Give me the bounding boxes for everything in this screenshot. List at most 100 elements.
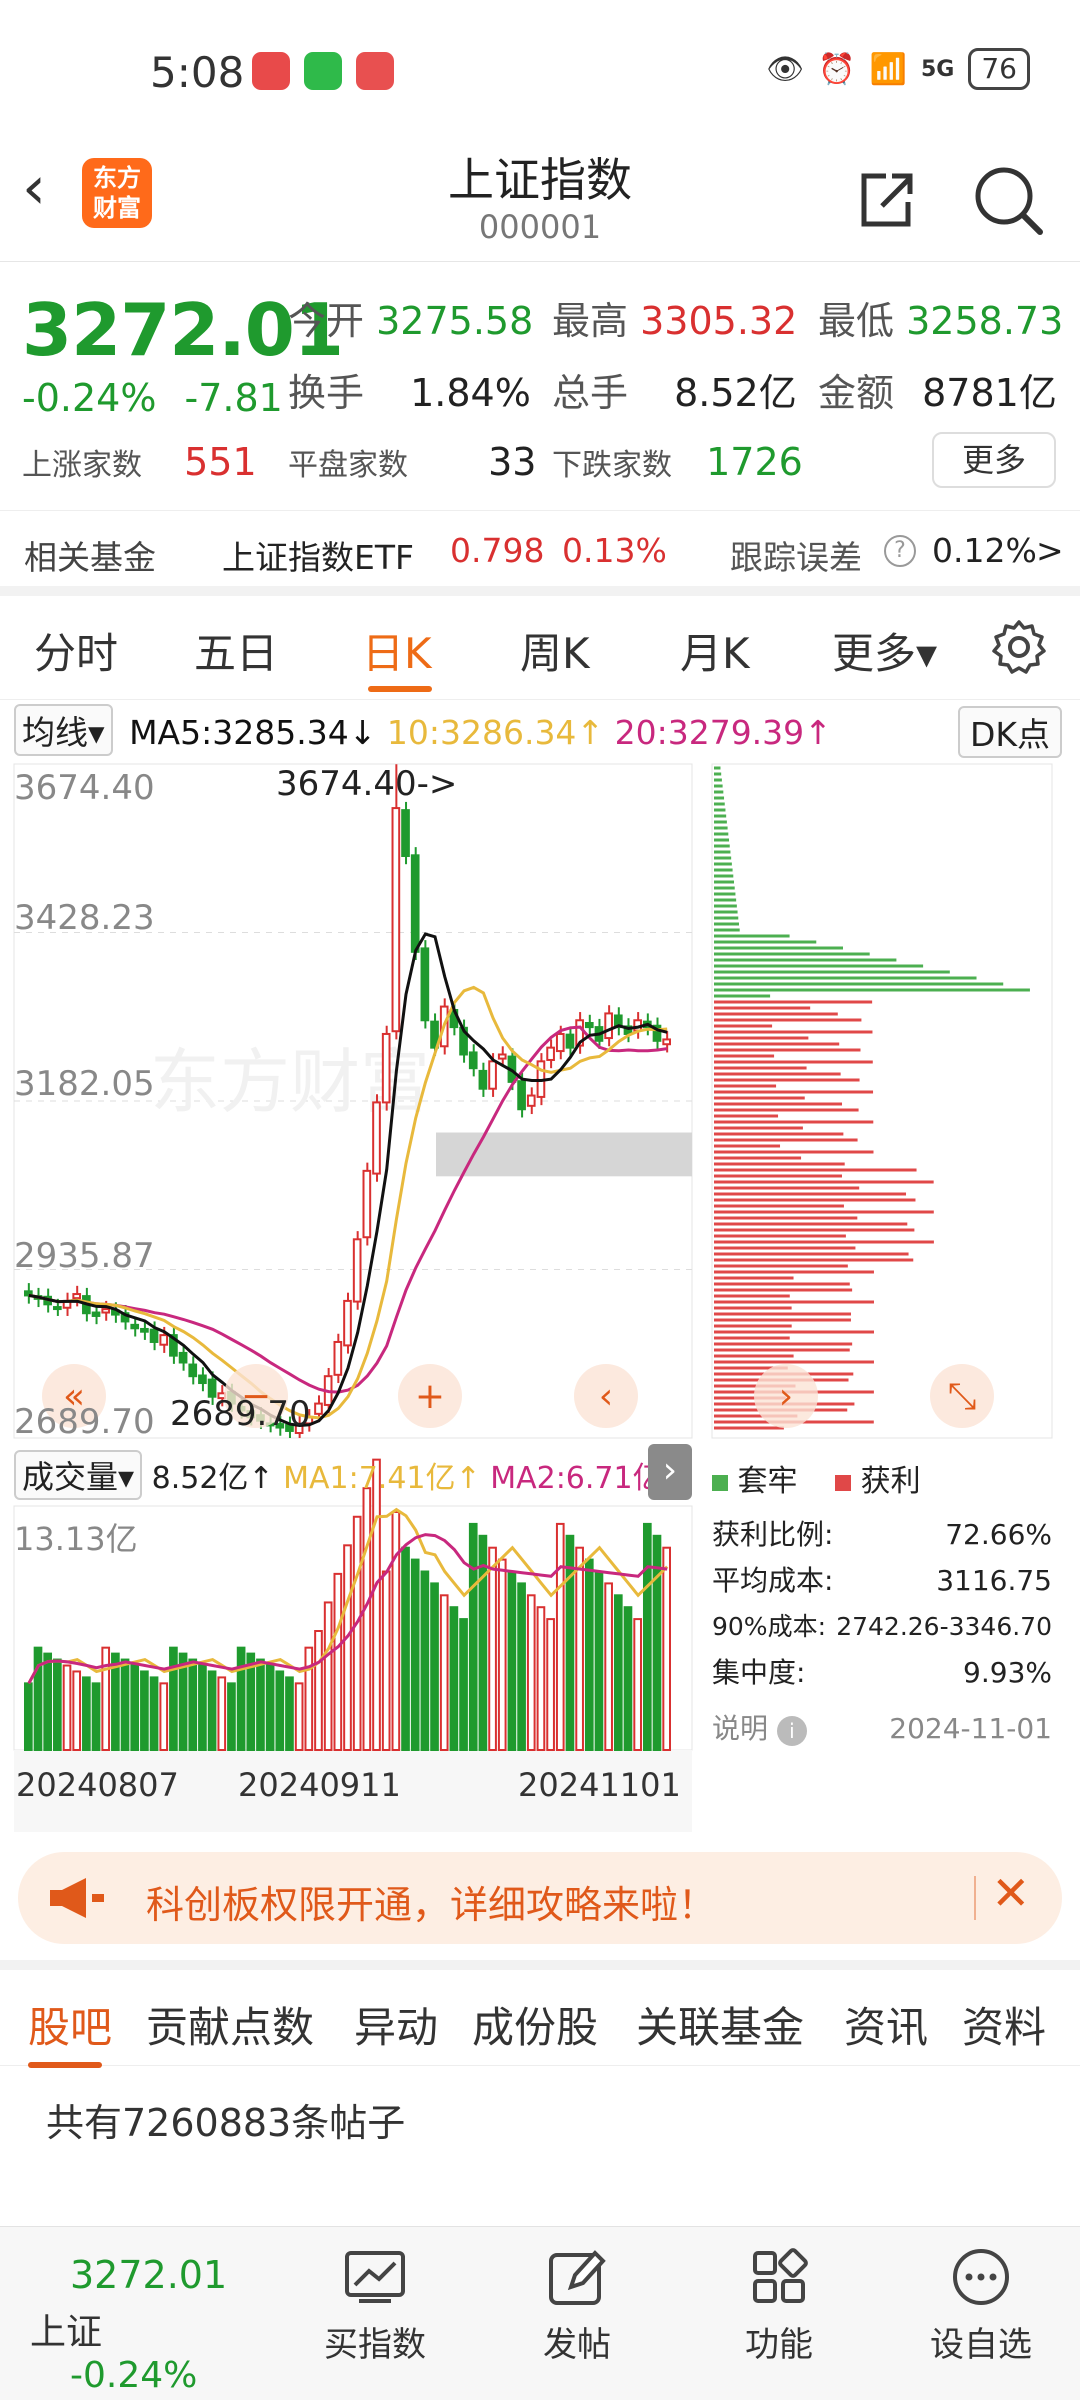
legend-profit-swatch	[835, 1475, 852, 1491]
volume-bar	[594, 1570, 604, 1751]
volume-field: 总手 8.52亿	[552, 362, 797, 417]
volume-bar	[304, 1646, 314, 1751]
related-fund-row[interactable]: 相关基金 上证指数ETF 0.798 0.13% 跟踪误差 ? 0.12% >	[0, 510, 1080, 596]
expand-panel-button[interactable]: ›	[648, 1444, 692, 1500]
chip-note-label[interactable]: 说明	[712, 1712, 768, 1745]
tab-five-day[interactable]: 五日	[194, 620, 278, 681]
volume-selector[interactable]: 成交量▾	[14, 1450, 143, 1500]
volume-max-label: 13.13亿	[14, 1520, 138, 1558]
tab-intraday[interactable]: 分时	[34, 620, 118, 681]
gear-icon[interactable]	[990, 618, 1048, 676]
volume-bar	[130, 1664, 140, 1752]
candle	[604, 1012, 613, 1040]
volume-ma1-value: MA1:7.41亿↑	[283, 1461, 481, 1496]
indicator-selector[interactable]: 均线▾	[14, 704, 113, 756]
top-nav-bar: ‹ 东方 财富 上证指数 000001	[0, 140, 1080, 262]
more-quote-button[interactable]: 更多	[932, 432, 1056, 488]
tab-anomaly[interactable]: 异动	[354, 1994, 438, 2055]
avg-cost-row: 平均成本: 3116.75	[712, 1558, 1052, 1604]
legend-profit-label: 获利	[860, 1464, 921, 1499]
tab-profile[interactable]: 资料	[962, 1994, 1046, 2055]
tracking-error-label: 跟踪误差	[730, 538, 862, 577]
tab-daily-k[interactable]: 日K	[362, 620, 432, 681]
post-button[interactable]: 发帖	[502, 2237, 652, 2366]
chart-nav-icon: ›	[779, 1376, 793, 1417]
chip-stats: 获利比例: 72.66% 平均成本: 3116.75 90%成本: 2742.26-3…	[712, 1512, 1052, 1752]
volume-bar	[149, 1676, 159, 1751]
volume-bar	[265, 1664, 275, 1752]
high-label: 最高	[552, 299, 629, 343]
huawei-app-icon	[252, 52, 290, 90]
volume-bar	[314, 1630, 323, 1751]
tab-weekly-k[interactable]: 周K	[520, 620, 590, 681]
tab-news[interactable]: 资讯	[844, 1994, 928, 2055]
volume-bar	[507, 1570, 517, 1751]
profit-ratio-row: 获利比例: 72.66%	[712, 1512, 1052, 1558]
share-icon[interactable]	[846, 160, 926, 240]
candle	[343, 1299, 352, 1347]
tab-more[interactable]: 更多▾	[832, 620, 937, 681]
volume-bar	[517, 1582, 526, 1752]
volume-bar	[285, 1676, 294, 1751]
volume-bar	[159, 1682, 169, 1751]
volume-legend: 成交量▾ 8.52亿↑ MA1:7.41亿↑ MA2:6.71亿↑	[14, 1450, 688, 1500]
x-date-label: 20241101	[518, 1766, 681, 1804]
stat-value: 72.66%	[945, 1518, 1052, 1551]
more-dots-icon	[953, 2249, 1009, 2305]
legend-trapped-label: 套牢	[737, 1464, 798, 1499]
turnover-value: 1.84%	[410, 371, 531, 415]
turnover-label: 换手	[288, 371, 365, 415]
period-tabs: 分时 五日 日K 周K 月K 更多▾	[0, 596, 1080, 700]
down-count-label: 下跌家数	[552, 448, 672, 483]
candle	[362, 1169, 372, 1239]
stat-value: 9.93%	[963, 1656, 1052, 1689]
network-label: 5G	[920, 56, 955, 82]
candle	[517, 1080, 526, 1111]
volume-label: 总手	[552, 371, 629, 415]
volume-bar	[584, 1558, 594, 1751]
candle	[372, 1101, 381, 1175]
volume-bar	[410, 1558, 420, 1751]
status-bar: 5:08 👁 ⏰ 📶 5G 76	[0, 0, 1080, 140]
flat-count-field: 平盘家数 33	[288, 440, 536, 484]
candle	[314, 1402, 323, 1415]
promo-banner[interactable]: 科创板权限开通，详细攻略来啦！ ✕	[18, 1852, 1062, 1944]
candle	[101, 1308, 111, 1314]
volume-bar	[323, 1601, 333, 1751]
candle	[555, 1032, 565, 1053]
volume-bar	[623, 1606, 633, 1752]
ma-legend: 均线▾ MA5:3285.34↓ 10:3286.34↑ 20:3279.39↑	[14, 704, 832, 756]
volume-value: 8.52亿	[674, 371, 797, 415]
active-tab-indicator	[368, 686, 432, 692]
post-label: 发帖	[543, 2325, 611, 2365]
tab-forum[interactable]: 股吧	[28, 1994, 112, 2055]
low-field: 最低 3258.73	[818, 290, 1063, 345]
status-time: 5:08	[150, 48, 245, 97]
buy-index-button[interactable]: 买指数	[300, 2237, 450, 2366]
volume-bar	[497, 1558, 507, 1751]
search-icon[interactable]	[968, 160, 1048, 240]
y-tick-label: 3428.23	[14, 898, 155, 938]
info-icon[interactable]: ?	[884, 535, 916, 567]
flat-count-value: 33	[488, 440, 537, 484]
tab-constituents[interactable]: 成份股	[472, 1994, 598, 2055]
candle	[526, 1094, 536, 1107]
chip-legend: 套牢 获利	[712, 1456, 921, 1500]
volume-bar	[662, 1546, 672, 1752]
candle	[72, 1293, 82, 1300]
tab-related-funds[interactable]: 关联基金	[636, 1994, 804, 2055]
close-icon[interactable]: ✕	[991, 1866, 1030, 1920]
candle	[198, 1374, 207, 1385]
tab-contribution[interactable]: 贡献点数	[146, 1994, 314, 2055]
dk-points-toggle[interactable]: DK点	[957, 706, 1062, 758]
functions-button[interactable]: 功能	[704, 2237, 854, 2366]
info-icon[interactable]: i	[776, 1716, 807, 1746]
volume-bar	[401, 1546, 410, 1752]
candle	[420, 947, 430, 1022]
tab-monthly-k[interactable]: 月K	[680, 620, 750, 681]
y-tick-label: 3182.05	[14, 1064, 155, 1104]
add-watchlist-button[interactable]: 设自选	[906, 2237, 1056, 2366]
amount-field: 金额 8781亿	[818, 362, 1057, 417]
candle	[352, 1238, 362, 1303]
bottom-quote[interactable]: 3272.01 上证 -0.24%	[30, 2253, 280, 2396]
